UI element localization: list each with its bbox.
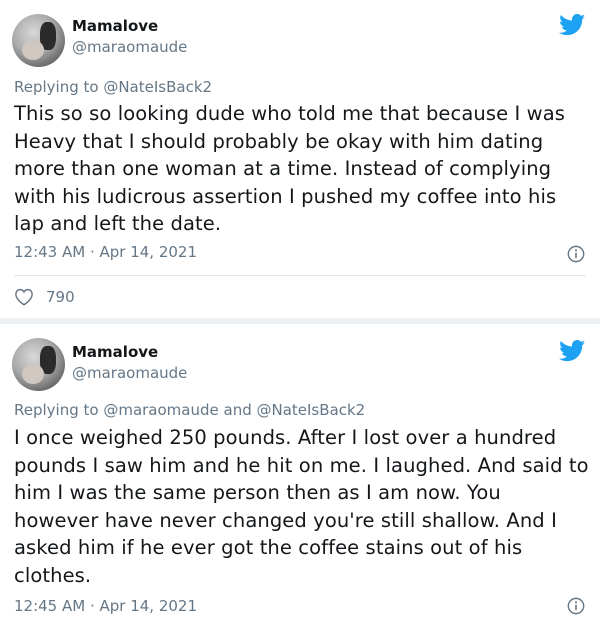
avatar[interactable] (12, 14, 65, 67)
user-handle[interactable]: @maraomaude (72, 38, 187, 56)
info-icon[interactable] (567, 597, 585, 615)
tweet-card[interactable]: Mamalove @maraomaude Replying to @NateIs… (0, 0, 600, 318)
avatar[interactable] (12, 338, 65, 391)
tweet-text: This so so looking dude who told me that… (14, 102, 566, 235)
replying-to[interactable]: Replying to @maraomaude and @NateIsBack2 (14, 401, 365, 419)
twitter-bird-icon[interactable] (559, 340, 586, 362)
timestamp[interactable]: 12:43 AM · Apr 14, 2021 (14, 243, 197, 261)
display-name[interactable]: Mamalove (72, 343, 158, 361)
like-count: 790 (46, 288, 75, 306)
divider (14, 275, 586, 276)
replying-to[interactable]: Replying to @NateIsBack2 (14, 78, 212, 96)
like-action[interactable]: 790 (14, 288, 75, 306)
timestamp[interactable]: 12:45 AM · Apr 14, 2021 (14, 597, 197, 615)
tweet-card[interactable]: Mamalove @maraomaude Replying to @maraom… (0, 324, 600, 630)
info-icon[interactable] (567, 245, 585, 263)
heart-icon[interactable] (14, 288, 34, 306)
tweet-text: I once weighed 250 pounds. After I lost … (14, 426, 589, 587)
twitter-bird-icon[interactable] (559, 14, 586, 36)
user-handle[interactable]: @maraomaude (72, 364, 187, 382)
display-name[interactable]: Mamalove (72, 17, 158, 35)
